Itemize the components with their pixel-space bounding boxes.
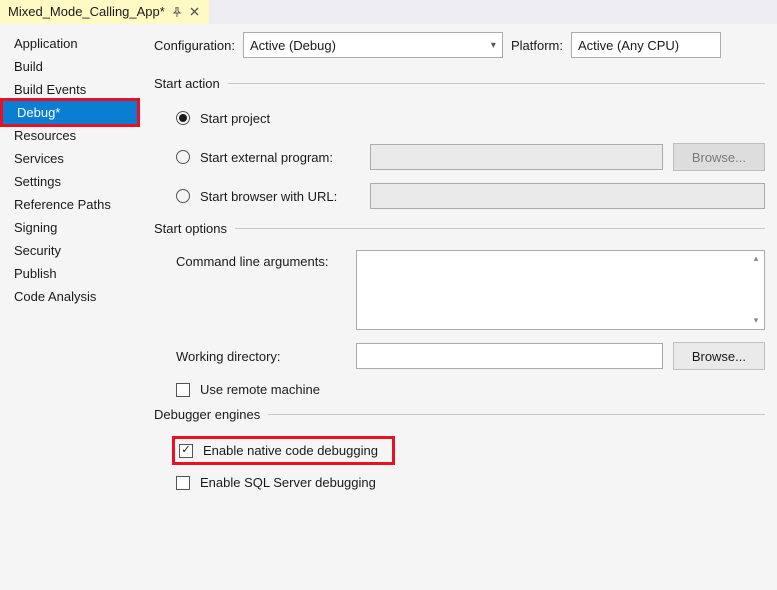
start-browser-label: Start browser with URL:: [200, 189, 360, 204]
sidebar-item-build[interactable]: Build: [0, 55, 140, 78]
sidebar-item-services[interactable]: Services: [0, 147, 140, 170]
enable-native-highlight: Enable native code debugging: [172, 436, 395, 465]
sidebar-item-label: Signing: [14, 220, 57, 235]
enable-native-label: Enable native code debugging: [203, 443, 378, 458]
work-dir-label: Working directory:: [176, 349, 346, 364]
tab-bar: Mixed_Mode_Calling_App*: [0, 0, 777, 24]
section-title: Debugger engines: [154, 407, 260, 422]
enable-native-checkbox[interactable]: [179, 444, 193, 458]
sidebar-item-application[interactable]: Application: [0, 32, 140, 55]
start-project-radio[interactable]: [176, 111, 190, 125]
sidebar-item-label: Code Analysis: [14, 289, 96, 304]
sidebar-item-label: Publish: [14, 266, 57, 281]
document-tab[interactable]: Mixed_Mode_Calling_App*: [0, 0, 209, 24]
start-external-radio[interactable]: [176, 150, 190, 164]
close-icon[interactable]: [189, 6, 201, 18]
use-remote-checkbox[interactable]: [176, 383, 190, 397]
platform-label: Platform:: [511, 38, 563, 53]
sidebar-item-label: Services: [14, 151, 64, 166]
configuration-value: Active (Debug): [250, 38, 336, 53]
start-browser-radio[interactable]: [176, 189, 190, 203]
start-browser-input[interactable]: [370, 183, 765, 209]
sidebar-item-label: Settings: [14, 174, 61, 189]
cmd-args-label: Command line arguments:: [176, 250, 346, 269]
sidebar-item-code-analysis[interactable]: Code Analysis: [0, 285, 140, 308]
browse-external-button[interactable]: Browse...: [673, 143, 765, 171]
sidebar-item-debug[interactable]: Debug*: [0, 98, 140, 127]
tab-title: Mixed_Mode_Calling_App*: [8, 4, 165, 19]
sidebar-item-label: Build Events: [14, 82, 86, 97]
sidebar-item-label: Security: [14, 243, 61, 258]
enable-sql-checkbox[interactable]: [176, 476, 190, 490]
scroll-down-icon[interactable]: ▾: [750, 315, 762, 327]
configuration-label: Configuration:: [154, 38, 235, 53]
sidebar-item-label: Build: [14, 59, 43, 74]
work-dir-input[interactable]: [356, 343, 663, 369]
divider: [268, 414, 765, 415]
chevron-down-icon: ▾: [491, 40, 496, 51]
platform-dropdown[interactable]: Active (Any CPU): [571, 32, 721, 58]
section-title: Start action: [154, 76, 220, 91]
sidebar-item-label: Application: [14, 36, 78, 51]
sidebar: Application Build Build Events Debug* Re…: [0, 24, 140, 590]
section-title: Start options: [154, 221, 227, 236]
sidebar-item-signing[interactable]: Signing: [0, 216, 140, 239]
scroll-up-icon[interactable]: ▴: [750, 253, 762, 265]
pin-icon[interactable]: [171, 6, 183, 18]
section-debugger-engines: Debugger engines: [154, 407, 765, 422]
configuration-dropdown[interactable]: Active (Debug) ▾: [243, 32, 503, 58]
use-remote-label: Use remote machine: [200, 382, 320, 397]
sidebar-item-publish[interactable]: Publish: [0, 262, 140, 285]
divider: [235, 228, 765, 229]
start-external-input[interactable]: [370, 144, 663, 170]
content-panel: Configuration: Active (Debug) ▾ Platform…: [140, 24, 777, 590]
sidebar-item-label: Debug*: [17, 105, 60, 120]
sidebar-item-label: Resources: [14, 128, 76, 143]
sidebar-item-resources[interactable]: Resources: [0, 124, 140, 147]
sidebar-item-label: Reference Paths: [14, 197, 111, 212]
section-start-action: Start action: [154, 76, 765, 91]
sidebar-item-settings[interactable]: Settings: [0, 170, 140, 193]
start-external-label: Start external program:: [200, 150, 360, 165]
sidebar-item-security[interactable]: Security: [0, 239, 140, 262]
section-start-options: Start options: [154, 221, 765, 236]
enable-sql-label: Enable SQL Server debugging: [200, 475, 376, 490]
sidebar-item-reference-paths[interactable]: Reference Paths: [0, 193, 140, 216]
divider: [228, 83, 765, 84]
start-project-label: Start project: [200, 111, 270, 126]
browse-workdir-button[interactable]: Browse...: [673, 342, 765, 370]
platform-value: Active (Any CPU): [578, 38, 679, 53]
cmd-args-textarea[interactable]: ▴ ▾: [356, 250, 765, 330]
